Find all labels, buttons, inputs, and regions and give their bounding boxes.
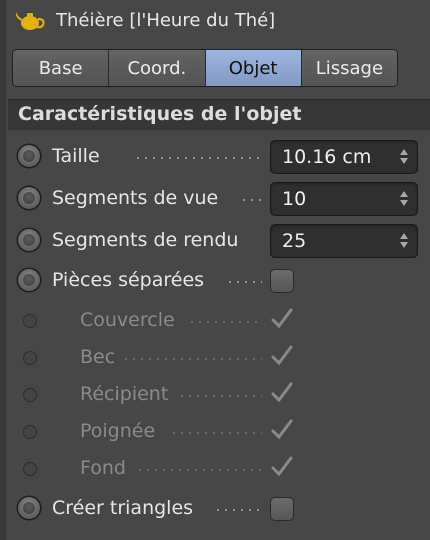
animate-radio-couvercle[interactable] <box>24 315 36 327</box>
leader-dots <box>136 469 262 471</box>
section-header[interactable]: Caractéristiques de l'objet <box>8 99 430 130</box>
poignee-checkbox[interactable] <box>270 419 293 442</box>
param-label-recipient: Récipient <box>80 383 169 405</box>
tab-bar: Base Coord. Objet Lissage <box>12 49 398 87</box>
section-title: Caractéristiques de l'objet <box>18 103 302 125</box>
param-label-segments-vue: Segments de vue <box>52 187 219 209</box>
tab-lissage[interactable]: Lissage <box>301 50 397 86</box>
param-row-couvercle: Couvercle <box>14 303 426 339</box>
animate-radio-fond[interactable] <box>24 463 36 475</box>
param-label-segments-rendu: Segments de rendu <box>52 229 239 251</box>
object-title: Théière [l'Heure du Thé] <box>56 9 276 31</box>
leader-dots <box>188 321 262 323</box>
creer-triangles-checkbox[interactable] <box>270 497 294 521</box>
spinner-arrows-icon[interactable] <box>399 233 409 249</box>
segments-rendu-input[interactable]: 25 <box>270 224 418 258</box>
checkmark-icon <box>271 308 293 329</box>
spinner-arrows-icon[interactable] <box>399 191 409 207</box>
param-label-creer-triangles: Créer triangles <box>52 497 194 519</box>
leader-dots <box>122 358 262 360</box>
param-row-bec: Bec <box>14 340 426 376</box>
object-title-bar: Théière [l'Heure du Thé] <box>14 6 275 34</box>
animate-radio-bec[interactable] <box>24 352 36 364</box>
animate-radio-taille[interactable] <box>18 145 40 167</box>
checkmark-icon <box>271 456 293 477</box>
param-label-poignee: Poignée <box>80 420 156 442</box>
left-panel-edge <box>0 0 6 540</box>
animate-radio-segments-vue[interactable] <box>18 187 40 209</box>
checkmark-icon <box>271 345 293 366</box>
leader-dots <box>226 281 262 283</box>
param-label-taille: Taille <box>52 145 100 167</box>
animate-radio-creer-triangles[interactable] <box>18 497 40 519</box>
spinner-arrows-icon[interactable] <box>399 149 409 165</box>
tab-coord[interactable]: Coord. <box>109 50 206 86</box>
bec-checkbox[interactable] <box>270 345 293 368</box>
segments-vue-input[interactable]: 10 <box>270 182 418 216</box>
param-label-bec: Bec <box>80 346 116 368</box>
animate-radio-segments-rendu[interactable] <box>18 229 40 251</box>
recipient-checkbox[interactable] <box>270 382 293 405</box>
param-row-fond: Fond <box>14 451 426 487</box>
param-row-poignee: Poignée <box>14 414 426 450</box>
leader-dots <box>134 157 264 159</box>
taille-input[interactable]: 10.16 cm <box>270 140 418 174</box>
leader-dots <box>240 199 264 201</box>
checkmark-icon <box>271 382 293 403</box>
param-row-pieces-separees: Pièces séparées <box>14 263 426 299</box>
leader-dots <box>170 432 262 434</box>
param-label-pieces-separees: Pièces séparées <box>52 269 205 291</box>
segments-rendu-value: 25 <box>282 230 307 252</box>
tab-objet[interactable]: Objet <box>205 50 302 86</box>
leader-dots <box>214 509 262 511</box>
param-row-taille: Taille 10.16 cm <box>14 139 426 175</box>
animate-radio-pieces-separees[interactable] <box>18 269 40 291</box>
param-label-couvercle: Couvercle <box>80 309 175 331</box>
fond-checkbox[interactable] <box>270 456 293 479</box>
couvercle-checkbox[interactable] <box>270 308 293 331</box>
param-row-recipient: Récipient <box>14 377 426 413</box>
checkmark-icon <box>271 419 293 440</box>
param-row-segments-rendu: Segments de rendu 25 <box>14 223 426 259</box>
param-row-creer-triangles: Créer triangles <box>14 491 426 527</box>
teapot-icon <box>14 8 48 32</box>
taille-value: 10.16 cm <box>282 146 372 168</box>
leader-dots <box>178 395 262 397</box>
animate-radio-poignee[interactable] <box>24 426 36 438</box>
animate-radio-recipient[interactable] <box>24 389 36 401</box>
param-row-segments-vue: Segments de vue 10 <box>14 181 426 217</box>
pieces-separees-checkbox[interactable] <box>270 269 294 293</box>
param-label-fond: Fond <box>80 457 126 479</box>
segments-vue-value: 10 <box>282 188 307 210</box>
tab-base[interactable]: Base <box>13 50 110 86</box>
